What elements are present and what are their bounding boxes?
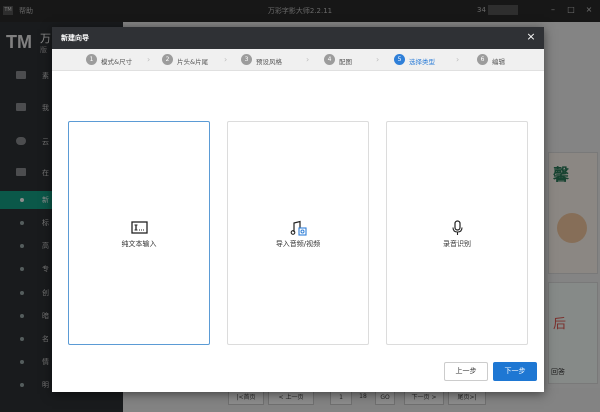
option-label: 纯文本输入 bbox=[121, 240, 157, 248]
chevron-right-icon: › bbox=[376, 55, 380, 64]
option-label: 导入音频/视频 bbox=[275, 240, 321, 248]
chevron-right-icon: › bbox=[224, 55, 228, 64]
wizard-steps: 1 模式&尺寸 › 2 片头&片尾 › 3 预设风格 › 4 配图 › 5 选择… bbox=[52, 49, 544, 71]
step-number: 1 bbox=[86, 54, 97, 65]
step-number: 5 bbox=[394, 54, 405, 65]
step-label: 模式&尺寸 bbox=[101, 58, 133, 66]
option-import-audio-video[interactable]: 导入音频/视频 bbox=[227, 121, 369, 345]
chevron-right-icon: › bbox=[147, 55, 151, 64]
dialog-header: 新建向导 × bbox=[52, 27, 544, 49]
next-step-button[interactable]: 下一步 bbox=[493, 362, 537, 381]
microphone-icon bbox=[452, 220, 463, 235]
chevron-right-icon: › bbox=[456, 55, 460, 64]
option-text-input[interactable]: 纯文本输入 bbox=[68, 121, 210, 345]
close-icon[interactable]: × bbox=[524, 30, 538, 44]
text-input-icon bbox=[131, 221, 148, 234]
step-label: 选择类型 bbox=[409, 58, 435, 66]
option-label: 录音识别 bbox=[443, 240, 471, 248]
chevron-right-icon: › bbox=[306, 55, 310, 64]
music-video-icon bbox=[290, 220, 307, 236]
step-number: 4 bbox=[324, 54, 335, 65]
step-label: 预设风格 bbox=[256, 58, 282, 66]
new-wizard-dialog: 新建向导 × 1 模式&尺寸 › 2 片头&片尾 › 3 预设风格 › 4 配图… bbox=[52, 27, 544, 392]
previous-step-button[interactable]: 上一步 bbox=[444, 362, 488, 381]
step-number: 3 bbox=[241, 54, 252, 65]
step-label: 片头&片尾 bbox=[177, 58, 209, 66]
option-voice-recognition[interactable]: 录音识别 bbox=[386, 121, 528, 345]
step-number: 6 bbox=[477, 54, 488, 65]
step-label: 配图 bbox=[339, 58, 352, 66]
step-number: 2 bbox=[162, 54, 173, 65]
dialog-title: 新建向导 bbox=[61, 34, 89, 42]
step-label: 编辑 bbox=[492, 58, 505, 66]
